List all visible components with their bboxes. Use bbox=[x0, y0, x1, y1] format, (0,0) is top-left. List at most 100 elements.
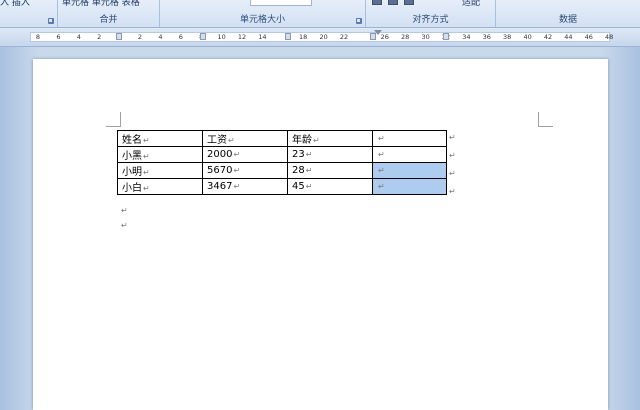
ribbon-group-alignment: 适配 对齐方式 bbox=[366, 0, 496, 27]
table-cell[interactable]: 3467↵ bbox=[202, 178, 288, 195]
cell-margins-fragment[interactable]: 适配 bbox=[462, 0, 480, 8]
cell-end-mark: ↵ bbox=[305, 182, 313, 191]
ruler-tick-label: 22 bbox=[339, 33, 349, 41]
table-cell[interactable]: 小黑↵ bbox=[117, 146, 203, 163]
cell-end-mark: ↵ bbox=[143, 168, 150, 177]
ruler-tick-label: 10 bbox=[217, 33, 226, 41]
cell-text: 小白 bbox=[122, 183, 142, 194]
table-cell-selected[interactable]: ↵ bbox=[372, 162, 447, 179]
table-row: 小黑↵ 2000↵ 23↵ ↵ bbox=[117, 146, 447, 163]
ruler-tick-label: 2 bbox=[137, 33, 143, 41]
cell-end-mark: ↵ bbox=[378, 166, 385, 175]
cell-text: 2000 bbox=[207, 149, 233, 160]
cell-end-mark: ↵ bbox=[378, 150, 385, 159]
ruler-tick-label: 34 bbox=[462, 33, 471, 41]
cell-end-mark: ↵ bbox=[143, 152, 150, 161]
cell-text: 23 bbox=[292, 149, 305, 160]
table-cell[interactable]: 5670↵ bbox=[202, 162, 288, 179]
ruler-tick-label: 12 bbox=[237, 33, 247, 41]
column-marker-5[interactable] bbox=[443, 33, 449, 40]
table-cell[interactable]: 小明↵ bbox=[117, 162, 203, 179]
cell-text: 45 bbox=[292, 181, 305, 192]
column-marker-2[interactable] bbox=[200, 33, 206, 40]
row-end-mark: ↵ bbox=[449, 169, 456, 178]
cell-end-mark: ↵ bbox=[233, 182, 241, 191]
row-height-input[interactable] bbox=[250, 0, 312, 6]
ribbon-group-merge: 单元格 单元格 表格 合并 bbox=[58, 0, 160, 27]
ruler-tick-label: 8 bbox=[35, 33, 41, 41]
group-label-data: 数据 bbox=[558, 15, 577, 25]
column-marker-1[interactable] bbox=[116, 33, 122, 40]
table-cell-selected[interactable]: ↵ bbox=[372, 178, 447, 195]
ruler-tick-label: 4 bbox=[158, 33, 163, 41]
table-row: 姓名↵ 工资↵ 年龄↵ ↵ bbox=[117, 130, 447, 147]
table-cell[interactable]: 2000↵ bbox=[202, 146, 288, 163]
table-cell[interactable]: 小白↵ bbox=[117, 178, 203, 195]
cell-size-launcher-icon[interactable] bbox=[356, 18, 362, 24]
cell-end-mark: ↵ bbox=[228, 136, 235, 145]
table-cell[interactable]: 工资↵ bbox=[202, 130, 288, 147]
ruler-tick-label: 2 bbox=[97, 33, 102, 41]
row-end-mark: ↵ bbox=[449, 151, 456, 160]
ruler-tick-label: 38 bbox=[503, 33, 512, 41]
table-cell[interactable]: 姓名↵ bbox=[117, 130, 203, 147]
ribbon-group-insert bbox=[0, 0, 58, 27]
margin-corner-top-right bbox=[538, 112, 553, 127]
ruler-tick-label: 44 bbox=[564, 33, 573, 41]
ruler-tick-label: 6 bbox=[56, 33, 61, 41]
ruler-tick-label: 30 bbox=[421, 33, 430, 41]
align-top-right-icon[interactable] bbox=[404, 0, 414, 5]
cell-text: 工资 bbox=[207, 135, 227, 146]
paw-icon bbox=[530, 342, 552, 366]
ruler-tick-label: 28 bbox=[401, 33, 410, 41]
align-top-left-icon[interactable] bbox=[372, 0, 382, 5]
indent-marker-icon[interactable] bbox=[374, 30, 382, 35]
table-cell[interactable]: 年龄↵ bbox=[287, 130, 373, 147]
ribbon: 入 插入 单元格 单元格 表格 合并 单元格大小 适配 对齐方式 数据 bbox=[0, 0, 640, 28]
ruler-tick-label: 40 bbox=[523, 33, 532, 41]
watermark-url: jingyan.baidu.com bbox=[496, 381, 580, 391]
group-label-cell-size: 单元格大小 bbox=[239, 15, 285, 25]
table-row: 小明↵ 5670↵ 28↵ ↵ bbox=[117, 162, 447, 179]
ruler-tick-label: 20 bbox=[319, 33, 328, 41]
row-end-mark: ↵ bbox=[449, 187, 456, 196]
baidu-watermark: Bai 经验 jingyan.baidu.com bbox=[490, 342, 620, 405]
horizontal-ruler[interactable]: 8642246810121418202226283032343638404244… bbox=[0, 28, 640, 47]
ruler-tick-label: 18 bbox=[299, 33, 308, 41]
table-row: 小白↵ 3467↵ 45↵ ↵ bbox=[117, 178, 447, 195]
paragraph-mark[interactable]: ↵ bbox=[121, 206, 128, 215]
group-label-merge: 合并 bbox=[99, 15, 118, 25]
cell-text: 28 bbox=[292, 165, 305, 176]
cell-end-mark: ↵ bbox=[378, 134, 385, 143]
table-cell[interactable]: ↵ bbox=[372, 130, 447, 147]
paragraph-mark[interactable]: ↵ bbox=[121, 221, 128, 230]
cell-end-mark: ↵ bbox=[305, 150, 313, 159]
dialog-launcher-icon[interactable] bbox=[48, 18, 54, 24]
column-marker-3[interactable] bbox=[285, 33, 291, 40]
table-cell[interactable]: 28↵ bbox=[287, 162, 373, 179]
cell-text: 姓名 bbox=[122, 135, 142, 146]
cell-text: 3467 bbox=[207, 181, 233, 192]
ribbon-group-data: 数据 bbox=[496, 0, 640, 27]
table-cell[interactable]: 45↵ bbox=[287, 178, 373, 195]
merge-buttons-fragment[interactable]: 单元格 单元格 表格 bbox=[62, 0, 140, 8]
ruler-tick-label: 14 bbox=[258, 33, 267, 41]
ruler-tick-label: 36 bbox=[482, 33, 491, 41]
group-label-alignment: 对齐方式 bbox=[412, 15, 449, 25]
data-table[interactable]: 姓名↵ 工资↵ 年龄↵ ↵ 小黑↵ 2000↵ 23↵ ↵ 小明↵ 5670↵ … bbox=[117, 130, 447, 195]
cell-text: 小黑 bbox=[122, 151, 142, 162]
cell-end-mark: ↵ bbox=[233, 166, 241, 175]
table-cell[interactable]: 23↵ bbox=[287, 146, 373, 163]
row-end-mark: ↵ bbox=[449, 133, 456, 142]
ruler-tick-label: 48 bbox=[605, 33, 614, 41]
table-cell[interactable]: ↵ bbox=[372, 146, 447, 163]
align-top-center-icon[interactable] bbox=[388, 0, 398, 5]
cell-end-mark: ↵ bbox=[313, 136, 320, 145]
cell-text: 年龄 bbox=[292, 135, 312, 146]
ruler-tick-label: 4 bbox=[76, 33, 81, 41]
cell-end-mark: ↵ bbox=[305, 166, 313, 175]
ruler-tick-label: 6 bbox=[178, 33, 183, 41]
cell-text: 小明 bbox=[122, 167, 142, 178]
ruler-tick-label: 42 bbox=[543, 33, 553, 41]
ribbon-group-cell-size: 单元格大小 bbox=[160, 0, 366, 27]
